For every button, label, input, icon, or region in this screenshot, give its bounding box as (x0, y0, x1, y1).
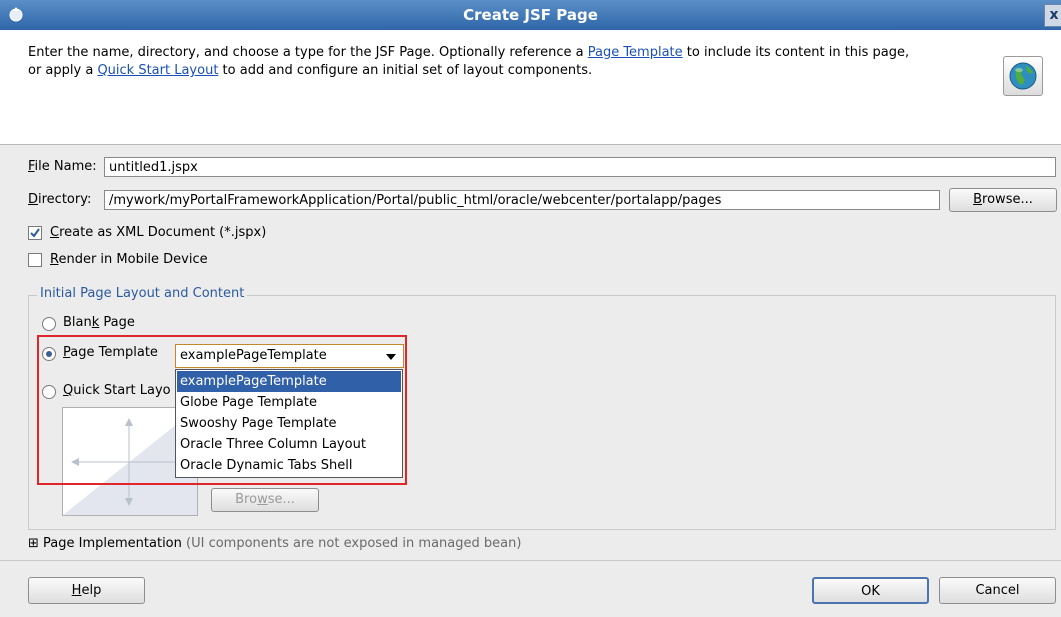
desc-text-4: to add and configure an initial set of l… (218, 63, 593, 78)
create-xml-checkbox[interactable] (28, 226, 42, 240)
desc-text-2: to include its content in this page, (682, 45, 910, 60)
expand-icon[interactable]: ⊞ (28, 536, 39, 551)
desc-text-1: Enter the name, directory, and choose a … (28, 45, 588, 60)
page-implementation-row[interactable]: ⊞ Page Implementation (UI components are… (28, 535, 521, 553)
create-xml-label: Create as XML Document (*.jspx) (50, 225, 267, 240)
page-implementation-note: (UI components are not exposed in manage… (181, 536, 522, 551)
app-icon (7, 5, 25, 23)
ok-button[interactable]: OK (812, 577, 929, 604)
help-button[interactable]: Help (28, 577, 145, 604)
group-title: Initial Page Layout and Content (37, 286, 248, 301)
blank-page-radio[interactable] (42, 317, 56, 331)
close-button[interactable]: x (1044, 4, 1061, 27)
check-icon (30, 228, 40, 238)
page-template-link[interactable]: Page Template (588, 45, 683, 60)
window-title: Create JSF Page (463, 6, 598, 24)
footer-separator (0, 560, 1061, 561)
render-mobile-label: Render in Mobile Device (50, 252, 208, 267)
directory-label: Directory: (28, 192, 92, 207)
layout-browse-button[interactable]: Browse... (211, 488, 319, 512)
file-name-input[interactable]: untitled1.jspx (104, 157, 1056, 177)
highlight-box (37, 335, 407, 485)
desc-text-3: or apply a (28, 63, 98, 78)
render-mobile-checkbox[interactable] (28, 253, 42, 267)
file-name-label: File Name: (28, 159, 97, 174)
quick-start-layout-link[interactable]: Quick Start Layout (97, 63, 218, 78)
directory-browse-button[interactable]: Browse... (949, 188, 1057, 212)
page-implementation-label: Page Implementation (43, 536, 182, 551)
directory-input[interactable]: /mywork/myPortalFrameworkApplication/Por… (104, 190, 940, 210)
globe-icon (1003, 56, 1043, 96)
header-description: Enter the name, directory, and choose a … (28, 44, 998, 80)
cancel-button[interactable]: Cancel (939, 577, 1056, 604)
blank-page-label: Blank Page (63, 315, 135, 330)
